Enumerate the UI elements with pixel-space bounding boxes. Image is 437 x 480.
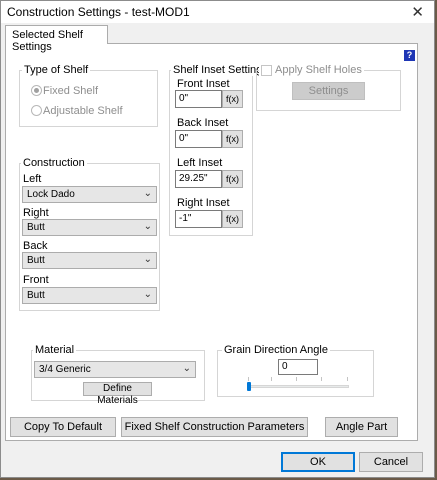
slider-tick	[248, 377, 249, 381]
chevron-down-icon: ⌄	[143, 254, 152, 265]
copy-to-default-button[interactable]: Copy To Default	[10, 417, 116, 437]
construction-settings-dialog: Construction Settings - test-MOD1 ✕ Sele…	[0, 0, 435, 478]
left-inset-fx-button[interactable]: f(x)	[222, 170, 243, 188]
front-construction-label: Front	[23, 274, 49, 286]
left-construction-label: Left	[23, 173, 42, 185]
right-construction-value: Butt	[27, 222, 45, 233]
grain-direction-label: Grain Direction Angle	[222, 344, 330, 356]
front-construction-value: Butt	[27, 290, 45, 301]
grain-angle-input[interactable]: 0	[278, 359, 318, 375]
back-construction-select[interactable]: Butt ⌄	[22, 252, 157, 269]
cancel-button[interactable]: Cancel	[359, 452, 423, 472]
close-icon[interactable]: ✕	[411, 3, 424, 21]
shelf-holes-settings-button[interactable]: Settings	[292, 82, 365, 100]
chevron-down-icon: ⌄	[143, 188, 152, 199]
apply-shelf-holes-label: Apply Shelf Holes	[275, 64, 362, 76]
material-value: 3/4 Generic	[39, 364, 91, 375]
grain-angle-slider-track[interactable]	[247, 385, 349, 388]
right-construction-select[interactable]: Butt ⌄	[22, 219, 157, 236]
shelf-inset-label: Shelf Inset Settings	[171, 64, 270, 76]
type-of-shelf-label: Type of Shelf	[22, 64, 91, 76]
title-bar: Construction Settings - test-MOD1 ✕	[1, 1, 434, 23]
chevron-down-icon: ⌄	[143, 289, 152, 300]
right-construction-label: Right	[23, 207, 49, 219]
radio-indicator	[31, 85, 42, 96]
apply-shelf-holes-row[interactable]: Apply Shelf Holes	[259, 64, 364, 76]
right-inset-fx-button[interactable]: f(x)	[222, 210, 243, 228]
slider-tick	[296, 377, 297, 381]
type-of-shelf-group	[19, 70, 158, 127]
slider-tick	[347, 377, 348, 381]
front-inset-label: Front Inset	[177, 78, 230, 90]
front-construction-select[interactable]: Butt ⌄	[22, 287, 157, 304]
angle-part-button[interactable]: Angle Part	[325, 417, 398, 437]
slider-tick	[271, 377, 272, 381]
adjustable-shelf-label: Adjustable Shelf	[43, 105, 123, 117]
left-construction-value: Lock Dado	[27, 189, 75, 200]
back-inset-input[interactable]: 0"	[175, 130, 222, 148]
left-construction-select[interactable]: Lock Dado ⌄	[22, 186, 157, 203]
left-inset-input[interactable]: 29.25"	[175, 170, 222, 188]
fixed-shelf-label: Fixed Shelf	[43, 85, 99, 97]
material-select[interactable]: 3/4 Generic ⌄	[34, 361, 196, 378]
ok-button[interactable]: OK	[281, 452, 355, 472]
left-inset-label: Left Inset	[177, 157, 223, 169]
back-construction-label: Back	[23, 240, 48, 252]
fixed-shelf-parameters-button[interactable]: Fixed Shelf Construction Parameters	[121, 417, 308, 437]
front-inset-fx-button[interactable]: f(x)	[222, 90, 243, 108]
chevron-down-icon: ⌄	[182, 363, 191, 374]
apply-shelf-holes-checkbox[interactable]	[261, 65, 272, 76]
grain-angle-slider-thumb[interactable]	[247, 382, 251, 391]
help-icon[interactable]: ?	[404, 50, 415, 61]
back-inset-label: Back Inset	[177, 117, 229, 129]
construction-label: Construction	[21, 157, 87, 169]
back-construction-value: Butt	[27, 255, 45, 266]
front-inset-input[interactable]: 0"	[175, 90, 222, 108]
radio-indicator	[31, 105, 42, 116]
define-materials-button[interactable]: Define Materials	[83, 382, 152, 406]
back-inset-fx-button[interactable]: f(x)	[222, 130, 243, 148]
slider-tick	[321, 377, 322, 381]
right-inset-label: Right Inset	[177, 197, 230, 209]
window-title: Construction Settings - test-MOD1	[7, 5, 190, 19]
material-label: Material	[33, 344, 77, 356]
chevron-down-icon: ⌄	[143, 221, 152, 232]
right-inset-input[interactable]: -1"	[175, 210, 222, 228]
tab-selected-shelf-settings[interactable]: Selected Shelf Settings	[5, 25, 108, 53]
